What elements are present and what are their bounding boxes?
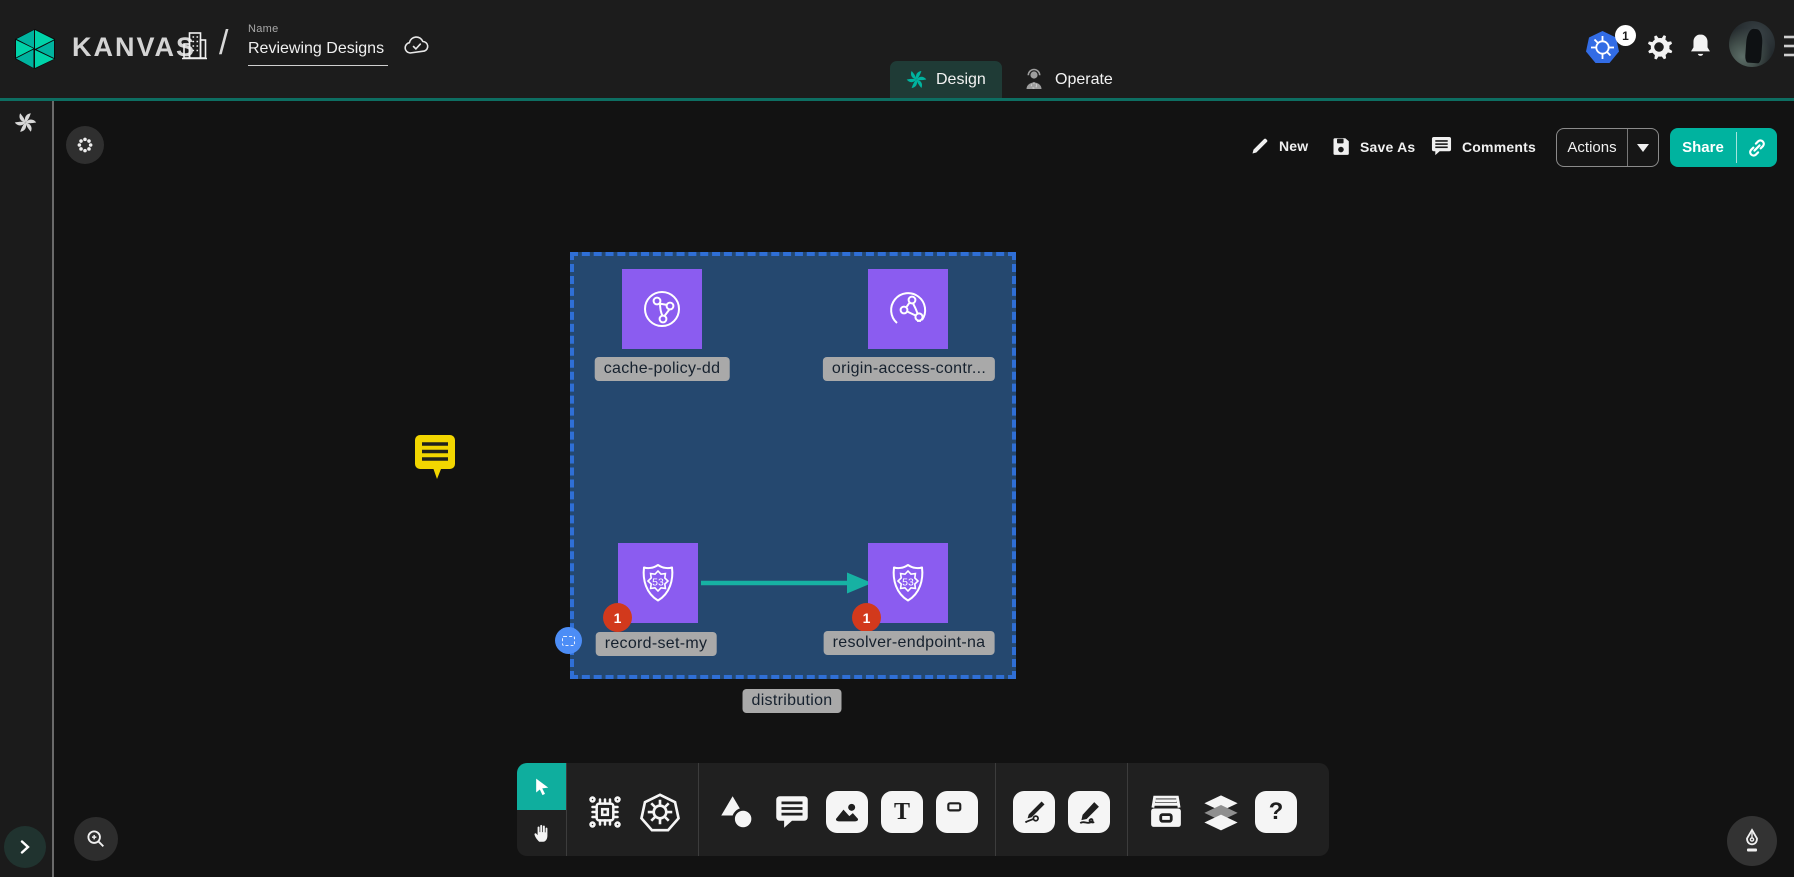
help-tool[interactable]: ?	[1255, 791, 1297, 833]
dock-flower-button[interactable]	[66, 126, 104, 164]
design-name-input[interactable]: Reviewing Designs	[248, 40, 390, 58]
new-pencil-icon	[1250, 136, 1270, 156]
share-link-icon[interactable]	[1737, 128, 1777, 167]
group-edge-handle[interactable]	[555, 627, 582, 654]
tab-design-label: Design	[936, 71, 986, 89]
new-button[interactable]: New	[1250, 136, 1308, 156]
freehand-pencil-tool[interactable]	[1068, 791, 1110, 833]
signature-pen-button[interactable]	[1727, 816, 1777, 866]
text-tool[interactable]: T	[881, 791, 923, 833]
breadcrumb-separator: /	[219, 24, 228, 63]
edge-arrow[interactable]	[698, 570, 874, 596]
comments-bubble-icon	[1430, 136, 1453, 157]
toolbar-section-panels: ?	[1128, 763, 1314, 856]
operate-person-icon	[1022, 68, 1046, 92]
meshery-spiral-icon[interactable]	[14, 111, 37, 134]
pen-tool[interactable]	[1013, 791, 1055, 833]
design-name-underline	[248, 65, 388, 66]
help-question-mark: ?	[1269, 798, 1284, 826]
settings-gear-icon[interactable]	[1644, 32, 1674, 62]
save-as-label: Save As	[1360, 139, 1415, 155]
text-tool-letter: T	[894, 799, 910, 826]
header-bar: KANVAS / Name Reviewing Designs	[0, 0, 1794, 98]
design-name-label: Name	[248, 23, 390, 35]
organization-icon[interactable]	[181, 30, 208, 62]
menu-icon[interactable]	[1784, 33, 1794, 59]
share-label[interactable]: Share	[1670, 128, 1736, 167]
select-tool[interactable]	[517, 763, 566, 810]
comment-tool[interactable]	[771, 791, 813, 833]
share-split-button[interactable]: Share	[1670, 128, 1777, 167]
actions-label[interactable]: Actions	[1557, 129, 1627, 166]
resolver-endpoint-count-badge: 1	[852, 603, 881, 632]
image-tool[interactable]	[826, 791, 868, 833]
actions-split-button[interactable]: Actions	[1556, 128, 1659, 167]
pointer-tool-group	[517, 763, 566, 856]
save-as-button[interactable]: Save As	[1330, 136, 1415, 157]
notifications-bell-icon[interactable]	[1687, 32, 1714, 61]
tab-design[interactable]: Design	[890, 61, 1002, 98]
component-chip-tool[interactable]	[584, 791, 626, 833]
zoom-button[interactable]	[74, 817, 118, 861]
node-label-resolver-endpoint[interactable]: resolver-endpoint-na	[824, 631, 995, 655]
group-label-distribution[interactable]: distribution	[743, 689, 842, 713]
canvas-comment-marker[interactable]	[412, 432, 458, 482]
comments-label: Comments	[1462, 139, 1536, 155]
cloud-sync-icon[interactable]	[402, 34, 432, 60]
toolbar-section-annotations: T	[699, 763, 995, 856]
node-origin-access-control[interactable]	[868, 269, 948, 349]
shapes-tool[interactable]	[716, 791, 758, 833]
node-label-origin-access[interactable]: origin-access-contr...	[823, 357, 995, 381]
kubernetes-tool[interactable]	[639, 791, 681, 833]
layers-tool[interactable]	[1200, 791, 1242, 833]
kubernetes-count-badge: 1	[1615, 25, 1636, 46]
node-resolver-endpoint[interactable]: 53	[868, 543, 948, 623]
brand-title: KANVAS	[72, 32, 196, 63]
user-avatar[interactable]	[1729, 21, 1775, 67]
design-name-field[interactable]: Name Reviewing Designs	[248, 23, 390, 66]
comments-button[interactable]: Comments	[1430, 136, 1536, 157]
save-floppy-icon	[1330, 136, 1351, 157]
new-label: New	[1279, 138, 1308, 154]
notes-tool[interactable]	[936, 791, 978, 833]
actions-caret-icon[interactable]	[1628, 129, 1658, 166]
tab-operate[interactable]: Operate	[1006, 61, 1129, 98]
sidebar-expand-chevron-button[interactable]	[4, 826, 46, 868]
left-sidebar	[0, 101, 54, 877]
bottom-toolbar: T	[517, 763, 1329, 856]
route53-shield-number: 53	[652, 577, 664, 589]
toolbar-section-drawing	[996, 763, 1127, 856]
node-label-cache-policy[interactable]: cache-policy-dd	[595, 357, 730, 381]
kanvas-logo-icon[interactable]	[11, 27, 59, 71]
node-cache-policy[interactable]	[622, 269, 702, 349]
drawer-tool[interactable]	[1145, 791, 1187, 833]
pan-hand-tool[interactable]	[517, 810, 566, 856]
toolbar-section-components	[567, 763, 698, 856]
tab-operate-label: Operate	[1055, 71, 1113, 89]
header-accent-divider	[0, 98, 1794, 101]
design-swirl-icon	[906, 69, 927, 90]
route53-shield-number: 53	[902, 577, 914, 589]
kanvas-app: KANVAS / Name Reviewing Designs	[0, 0, 1794, 877]
node-label-record-set[interactable]: record-set-my	[596, 632, 717, 656]
record-set-count-badge: 1	[603, 603, 632, 632]
